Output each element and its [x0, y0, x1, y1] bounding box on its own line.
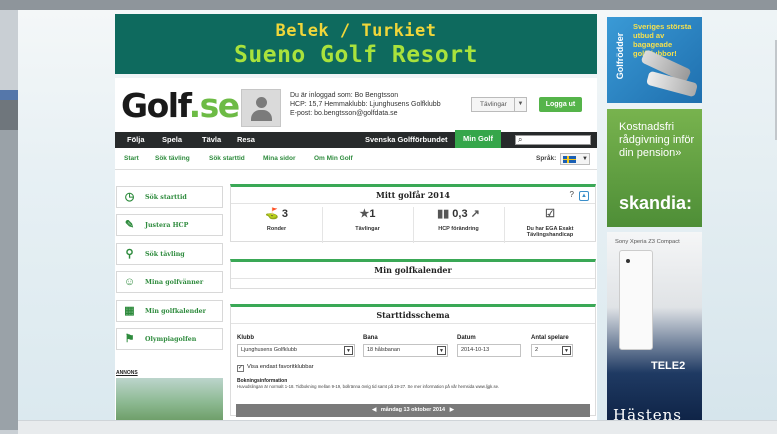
logged-in-label: Du är inloggad som: Bo Bengtsson	[290, 92, 399, 99]
sidebar-item-label: Sök starttid	[145, 194, 187, 201]
swedish-flag-icon	[563, 156, 576, 163]
golfrodder-ad[interactable]: Golfrödder Sveriges största utbud av bag…	[607, 17, 702, 103]
ad-label: ANNONS	[116, 370, 138, 376]
nav-item-federation[interactable]: Svenska Golfförbundet	[365, 132, 448, 148]
current-date: måndag 13 oktober 2014	[380, 407, 446, 413]
avatar	[241, 89, 281, 127]
subnav-sok-starttid[interactable]: Sök starttid	[209, 148, 245, 170]
banner-line2: Sueno Golf Resort	[234, 42, 478, 68]
friends-icon: ☺	[123, 276, 136, 288]
stat-competitions: ★1 Tävlingar	[322, 207, 414, 243]
subnav-om-min-golf[interactable]: Om Min Golf	[314, 148, 353, 170]
date-navigation-bar: ◀ måndag 13 oktober 2014 ▶	[236, 404, 590, 417]
booking-info-text: Huvudslingan är normalt 1-18. Tidbokning…	[237, 384, 500, 389]
players-label: Antal spelare	[531, 335, 569, 341]
subnav-sok-tavling[interactable]: Sök tävling	[155, 148, 190, 170]
nav-item-resa[interactable]: Resa	[237, 132, 255, 148]
sidebar-ad-image[interactable]	[116, 378, 223, 420]
main-nav: Följa Spela Tävla Resa Svenska Golfförbu…	[115, 130, 597, 148]
skandia-ad[interactable]: Kostnadsfri rådgivning inför din pension…	[607, 109, 702, 227]
golf-year-panel: Mitt golfår 2014 ? ▲ ⛳ 3 Ronder ★1 Tävli…	[230, 184, 596, 243]
chevron-down-icon: ▼	[514, 98, 526, 111]
nav-item-spela[interactable]: Spela	[162, 132, 182, 148]
favorites-checkbox[interactable]: ✓	[237, 365, 244, 372]
language-select[interactable]: ▼	[560, 153, 590, 165]
sony-tele2-ad[interactable]: Sony Xperia Z3 Compact TELE2 Hästens	[607, 232, 702, 424]
nav-item-min-golf[interactable]: Min Golf	[455, 130, 501, 148]
subnav-start[interactable]: Start	[124, 148, 139, 170]
stat-hcp-change: ▮▮ 0,3 ↗ HCP förändring	[413, 207, 505, 243]
language-label: Språk:	[536, 155, 557, 162]
sidebar-item-label: Justera HCP	[145, 222, 189, 229]
course-select[interactable]: 18 hålsbanan ▼	[363, 344, 448, 357]
golfse-logo[interactable]: Golf.se	[121, 86, 240, 125]
right-background	[702, 10, 777, 420]
arrow-up-right-icon: ↗	[470, 208, 480, 220]
next-day-icon[interactable]: ▶	[450, 407, 454, 413]
phone-image	[619, 250, 653, 350]
search-input[interactable]: ⌕	[515, 135, 591, 145]
chevron-down-icon: ▼	[344, 346, 353, 355]
user-info: Du är inloggad som: Bo Bengtsson HCP: 15…	[290, 91, 441, 118]
nav-item-follja[interactable]: Följa	[127, 132, 145, 148]
resort-banner-ad[interactable]: Belek / Turkiet Sueno Golf Resort	[115, 14, 597, 74]
sidebar-item-label: Min golfkalender	[145, 308, 206, 315]
sub-nav: Start Sök tävling Sök starttid Mina sido…	[115, 148, 597, 170]
hcp-line: HCP: 15,7 Hemmaklubb: Ljunghusens Golfkl…	[290, 101, 441, 108]
favorites-label: Visa endast favoritklubbar	[247, 364, 314, 370]
course-label: Bana	[363, 335, 378, 341]
stat-ega-handicap: ☑ Du har EGA Exakt Tävlingshandicap	[526, 208, 574, 238]
tee-time-panel: Starttidsschema Klubb Ljunghusens Golfkl…	[230, 304, 596, 417]
players-select[interactable]: 2 ▼	[531, 344, 573, 357]
flag-icon: ⚑	[124, 333, 135, 345]
sidebar-item-sok-starttid[interactable]: ◷ Sök starttid	[116, 186, 223, 208]
search-icon: ⌕	[518, 135, 523, 144]
golf-calendar-panel: Min golfkalender	[230, 259, 596, 289]
email-line: E-post: bo.bengtsson@golfdata.se	[290, 110, 398, 117]
chevron-down-icon: ▼	[562, 346, 571, 355]
sidebar-item-mina-golfvanner[interactable]: ☺ Mina golfvänner	[116, 271, 223, 293]
panel-title: Starttidsschema	[231, 307, 595, 324]
golfball-icon: ⛳	[265, 208, 279, 220]
collapse-icon[interactable]: ▲	[579, 191, 589, 201]
nav-item-tavla[interactable]: Tävla	[202, 132, 221, 148]
checkbox-icon: ☑	[545, 208, 555, 220]
sidebar-item-label: Olympiagolfen	[145, 336, 197, 343]
club-select[interactable]: Ljunghusens Golfklubb ▼	[237, 344, 355, 357]
chevron-down-icon: ▼	[582, 156, 588, 162]
competitions-select[interactable]: Tävlingar ▼	[471, 97, 527, 112]
sidebar-item-label: Mina golfvänner	[145, 279, 204, 286]
window-top-bar	[0, 0, 777, 10]
panel-title: Mitt golfår 2014	[231, 187, 595, 204]
wrench-icon: ✎	[124, 219, 135, 231]
star-icon: ★	[359, 208, 370, 220]
calendar-icon: ▦	[124, 305, 135, 317]
panel-title: Min golfkalender	[231, 262, 595, 279]
search-icon: ⚲	[125, 248, 134, 260]
banner-line1: Belek / Turkiet	[275, 21, 437, 41]
clock-icon: ◷	[124, 191, 135, 203]
sidebar-item-min-golfkalender[interactable]: ▦ Min golfkalender	[116, 300, 223, 322]
prev-day-icon[interactable]: ◀	[372, 407, 376, 413]
sidebar-item-sok-tavling[interactable]: ⚲ Sök tävling	[116, 243, 223, 265]
status-bar	[18, 420, 777, 434]
club-label: Klubb	[237, 335, 254, 341]
date-label: Datum	[457, 335, 476, 341]
date-field[interactable]: 2014-10-13	[457, 344, 521, 357]
stat-rounds: ⛳ 3 Ronder	[231, 207, 323, 243]
sidebar-item-label: Sök tävling	[145, 251, 185, 258]
bar-chart-icon: ▮▮	[437, 208, 450, 220]
help-icon[interactable]: ?	[570, 190, 574, 199]
chevron-down-icon: ▼	[437, 346, 446, 355]
window-left-edge	[0, 10, 18, 434]
sidebar-item-justera-hcp[interactable]: ✎ Justera HCP	[116, 214, 223, 236]
logout-button[interactable]: Logga ut	[539, 97, 582, 112]
sidebar-item-olympiagolfen[interactable]: ⚑ Olympiagolfen	[116, 328, 223, 350]
subnav-mina-sidor[interactable]: Mina sidor	[263, 148, 296, 170]
